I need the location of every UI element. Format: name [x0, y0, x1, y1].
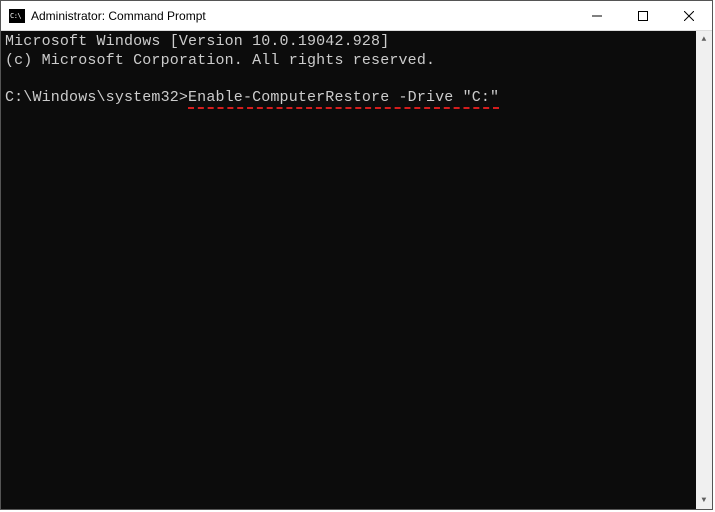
titlebar[interactable]: Administrator: Command Prompt	[1, 1, 712, 31]
prompt-text: C:\Windows\system32>	[5, 89, 188, 106]
blank-line	[5, 71, 708, 90]
cmd-icon	[9, 9, 25, 23]
scroll-track[interactable]	[696, 48, 712, 492]
version-line: Microsoft Windows [Version 10.0.19042.92…	[5, 33, 708, 52]
maximize-button[interactable]	[620, 1, 666, 30]
command-line: C:\Windows\system32>Enable-ComputerResto…	[5, 89, 499, 108]
terminal-area[interactable]: Microsoft Windows [Version 10.0.19042.92…	[1, 31, 712, 509]
command-prompt-window: Administrator: Command Prompt Microsoft …	[0, 0, 713, 510]
copyright-line: (c) Microsoft Corporation. All rights re…	[5, 52, 708, 71]
scroll-up-icon[interactable]: ▲	[696, 31, 712, 48]
window-title: Administrator: Command Prompt	[31, 9, 574, 23]
close-button[interactable]	[666, 1, 712, 30]
highlight-underline-icon	[188, 107, 499, 109]
window-controls	[574, 1, 712, 30]
scroll-down-icon[interactable]: ▼	[696, 492, 712, 509]
minimize-button[interactable]	[574, 1, 620, 30]
scrollbar[interactable]: ▲ ▼	[696, 31, 712, 509]
command-text: Enable-ComputerRestore -Drive "C:"	[188, 89, 499, 106]
